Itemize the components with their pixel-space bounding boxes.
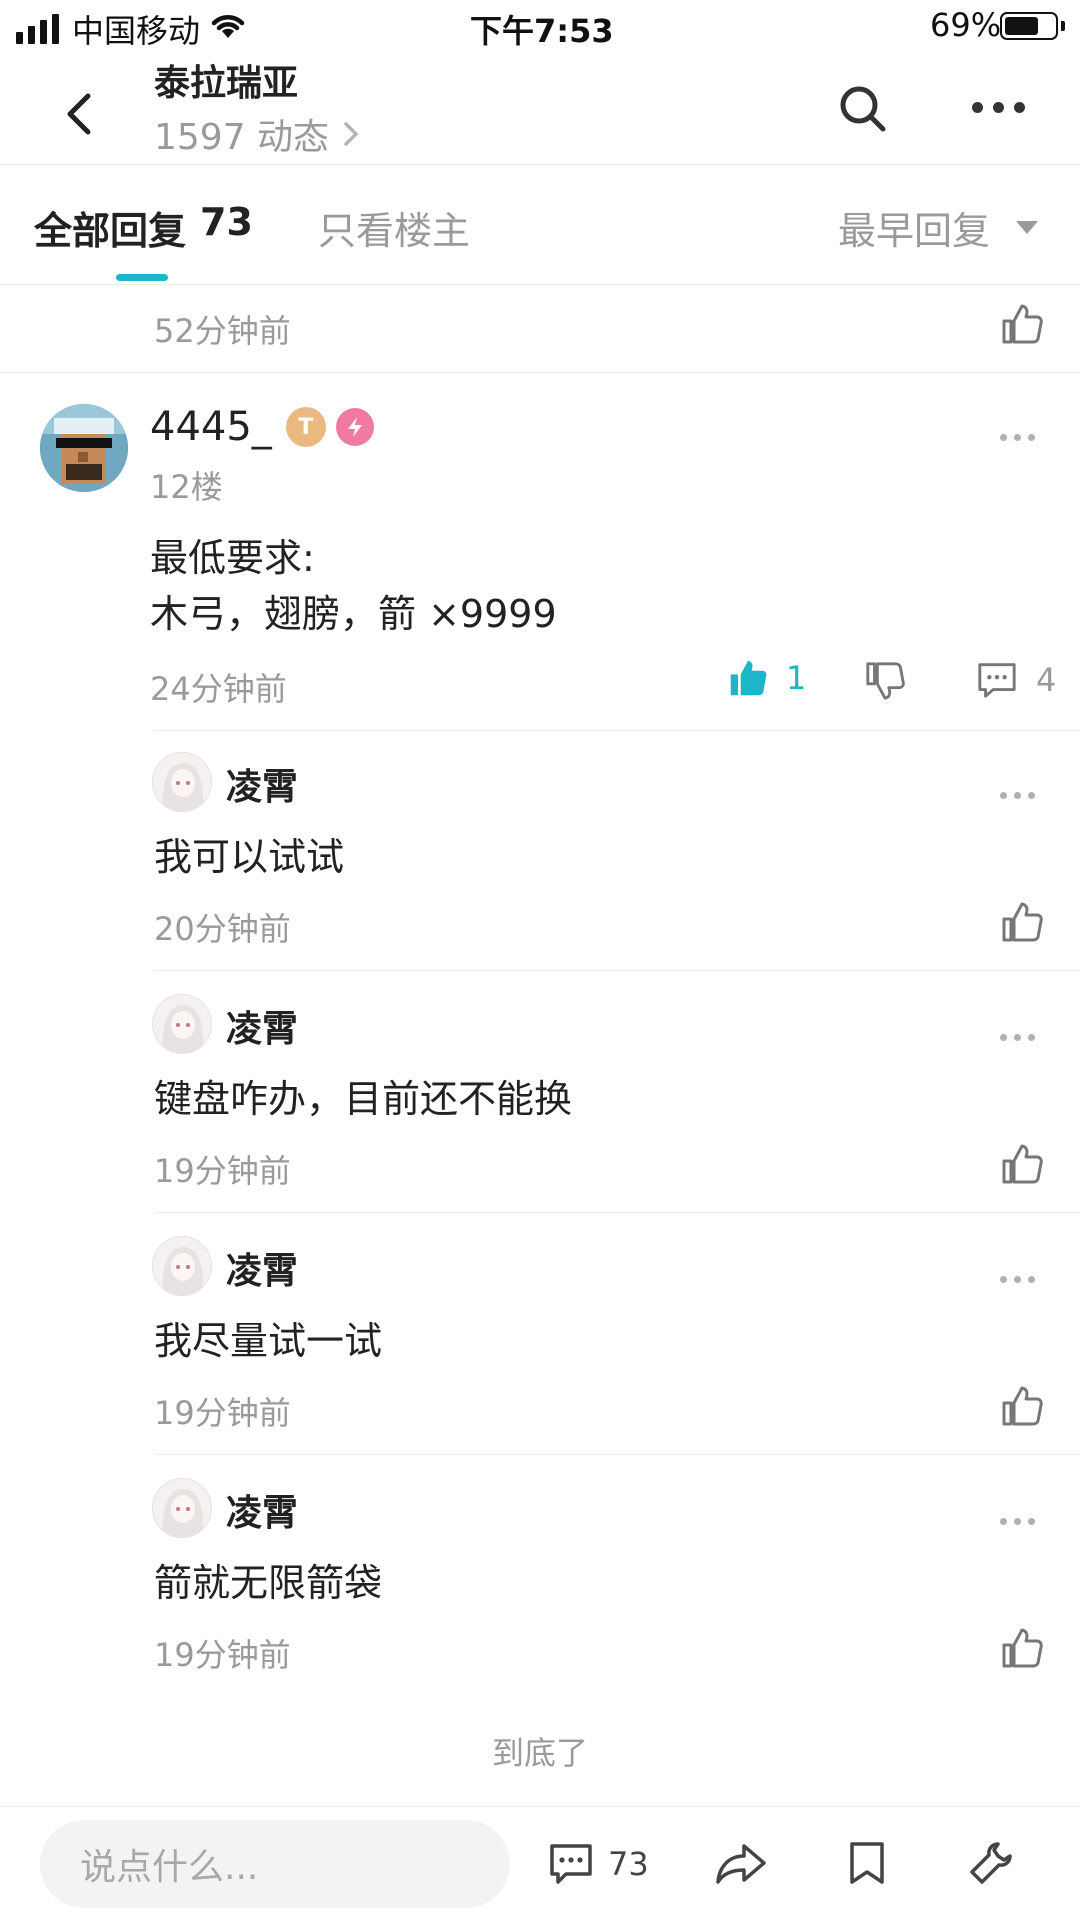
- like-icon[interactable]: [1000, 302, 1044, 346]
- wrench-icon[interactable]: [968, 1840, 1014, 1886]
- reply-time: 20分钟前: [154, 910, 291, 948]
- post-username[interactable]: 4445_: [150, 404, 272, 450]
- reply-text: 箭就无限箭袋: [154, 1561, 383, 1605]
- sort-label: 最早回复: [838, 209, 991, 253]
- reply-username[interactable]: 凌霄: [226, 1000, 298, 1052]
- comment-input-placeholder: 说点什么...: [80, 1847, 259, 1888]
- post-like-button[interactable]: 1: [728, 658, 806, 698]
- reply-time: 19分钟前: [154, 1394, 291, 1432]
- reply-more-icon[interactable]: [1000, 792, 1035, 799]
- post-more-icon[interactable]: [1000, 434, 1035, 441]
- avatar[interactable]: [152, 752, 212, 812]
- battery-icon: [1000, 12, 1058, 40]
- reply-username[interactable]: 凌霄: [226, 758, 298, 810]
- like-icon[interactable]: [1000, 900, 1044, 944]
- dynamics-count: 1597 动态: [154, 117, 330, 158]
- like-icon[interactable]: [1000, 1626, 1044, 1670]
- post-content: 最低要求: 木弓，翅膀，箭 ×9999: [150, 530, 557, 642]
- post-comment-button[interactable]: 4: [976, 660, 1056, 700]
- comment-input[interactable]: 说点什么...: [40, 1820, 510, 1908]
- reply-username[interactable]: 凌霄: [226, 1484, 298, 1536]
- chevron-right-icon: [344, 122, 359, 146]
- carrier-label: 中国移动: [72, 12, 201, 50]
- sort-dropdown[interactable]: 最早回复: [838, 200, 1039, 255]
- thumbs-up-filled-icon: [730, 660, 767, 696]
- tab-all-count: 73: [200, 200, 253, 244]
- medal-icon: T: [285, 407, 326, 447]
- like-icon[interactable]: [1000, 1384, 1044, 1428]
- reply-more-icon[interactable]: [1000, 1034, 1035, 1041]
- reply-more-icon[interactable]: [1000, 1518, 1035, 1525]
- avatar[interactable]: [152, 1478, 212, 1538]
- more-icon[interactable]: [972, 102, 1025, 113]
- reply-text: 我可以试试: [154, 835, 345, 879]
- comment-icon: [550, 1844, 592, 1884]
- back-arrow-icon[interactable]: [52, 84, 112, 144]
- prev-reply-time: 52分钟前: [154, 312, 291, 350]
- post-line: 最低要求:: [150, 536, 315, 580]
- reply-username[interactable]: 凌霄: [226, 1242, 298, 1294]
- tab-active-indicator: [116, 274, 168, 281]
- wifi-icon: [208, 10, 248, 40]
- signal-icon: [16, 14, 59, 44]
- reply-time: 19分钟前: [154, 1152, 291, 1190]
- reply-more-icon[interactable]: [1000, 1276, 1035, 1283]
- post-comment-count: 4: [1036, 661, 1057, 699]
- page-title[interactable]: 泰拉瑞亚: [154, 54, 298, 106]
- post-time: 24分钟前: [150, 670, 287, 708]
- comments-button[interactable]: 73: [548, 1842, 649, 1886]
- avatar[interactable]: [152, 994, 212, 1054]
- dynamics-link[interactable]: 1597 动态: [154, 108, 359, 160]
- level-badge-icon: [335, 408, 374, 446]
- comments-count: 73: [608, 1845, 649, 1883]
- bookmark-icon[interactable]: [848, 1840, 886, 1886]
- reply-text: 我尽量试一试: [154, 1319, 383, 1363]
- post-line: 木弓，翅膀，箭 ×9999: [150, 592, 557, 636]
- battery-percent: 69%: [930, 6, 1002, 44]
- clock: 下午7:53: [470, 12, 614, 50]
- post-floor: 12楼: [150, 468, 223, 506]
- tab-op-only[interactable]: 只看楼主: [318, 200, 470, 255]
- caret-down-icon: [1016, 220, 1039, 234]
- post-like-count: 1: [786, 659, 807, 697]
- avatar[interactable]: [40, 404, 128, 492]
- share-icon[interactable]: [714, 1842, 768, 1886]
- like-icon[interactable]: [1000, 1142, 1044, 1186]
- reply-text: 键盘咋办，目前还不能换: [154, 1077, 573, 1121]
- thumbs-down-icon[interactable]: [864, 660, 906, 702]
- avatar[interactable]: [152, 1236, 212, 1296]
- tab-all-label: 全部回复: [34, 209, 187, 253]
- search-icon[interactable]: [836, 82, 890, 136]
- end-of-list: 到底了: [491, 1734, 588, 1772]
- tab-all-replies[interactable]: 全部回复 73: [34, 200, 253, 255]
- comment-icon: [978, 663, 1016, 698]
- reply-time: 19分钟前: [154, 1636, 291, 1674]
